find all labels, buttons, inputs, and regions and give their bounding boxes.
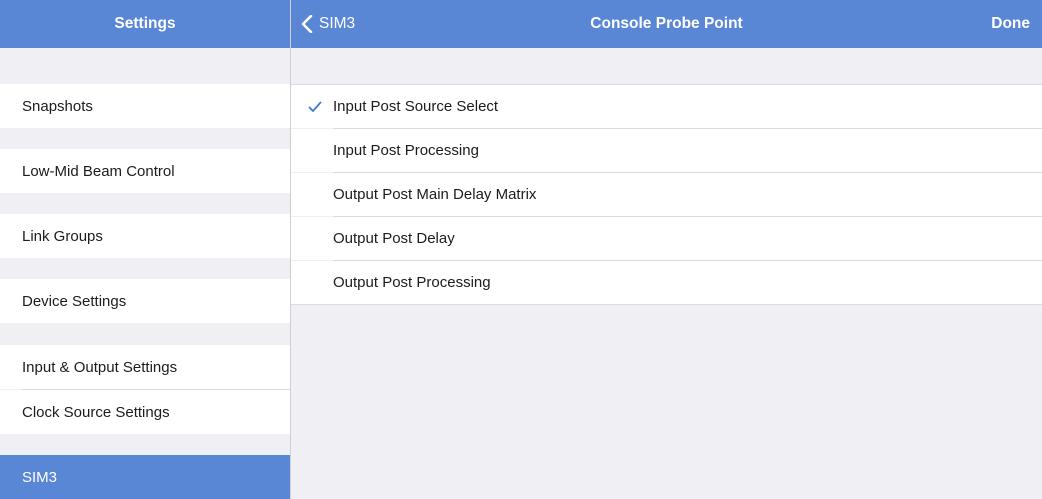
sidebar-item-link-groups[interactable]: Link Groups [0, 214, 290, 258]
master-navbar: Settings [0, 0, 290, 48]
checkmark-icon [308, 101, 322, 112]
option-label: Output Post Delay [333, 230, 455, 247]
option-input-post-processing[interactable]: Input Post Processing [291, 129, 1042, 172]
master-pane: Settings Snapshots Low-Mid Beam Control … [0, 0, 291, 499]
master-title: Settings [114, 15, 176, 32]
sidebar-item-snapshots[interactable]: Snapshots [0, 84, 290, 128]
sidebar-item-label: Input & Output Settings [22, 358, 178, 376]
option-output-post-processing[interactable]: Output Post Processing [291, 261, 1042, 304]
detail-navbar: Console Probe Point SIM3 Done [291, 0, 1042, 48]
option-input-post-source-select[interactable]: Input Post Source Select [291, 85, 1042, 128]
sidebar-item-device-settings[interactable]: Device Settings [0, 279, 290, 323]
sidebar-item-label: Low-Mid Beam Control [22, 162, 175, 180]
option-output-post-delay[interactable]: Output Post Delay [291, 217, 1042, 260]
option-label: Output Post Main Delay Matrix [333, 186, 537, 203]
option-label: Input Post Processing [333, 142, 479, 159]
done-button[interactable]: Done [991, 0, 1030, 48]
option-label: Output Post Processing [333, 274, 491, 291]
sidebar-item-clock-source-settings[interactable]: Clock Source Settings [0, 390, 290, 434]
back-button[interactable]: SIM3 [301, 0, 355, 48]
detail-pane: Console Probe Point SIM3 Done Input Post… [291, 0, 1042, 499]
page-title: Console Probe Point [590, 15, 743, 32]
sidebar-item-label: Snapshots [22, 97, 93, 115]
option-output-post-main-delay-matrix[interactable]: Output Post Main Delay Matrix [291, 173, 1042, 216]
sidebar-item-input-output-settings[interactable]: Input & Output Settings [0, 345, 290, 389]
back-button-label: SIM3 [319, 15, 356, 32]
list-bottom-border [291, 304, 1042, 305]
sidebar-item-low-mid-beam-control[interactable]: Low-Mid Beam Control [0, 149, 290, 193]
sidebar-item-label: Link Groups [22, 227, 103, 245]
chevron-left-icon [301, 15, 313, 33]
sidebar-item-sim3[interactable]: SIM3 [0, 455, 290, 499]
sidebar-item-label: Device Settings [22, 292, 127, 310]
option-label: Input Post Source Select [333, 98, 499, 115]
sidebar-item-label: Clock Source Settings [22, 403, 170, 421]
sidebar-item-label: SIM3 [22, 468, 58, 486]
